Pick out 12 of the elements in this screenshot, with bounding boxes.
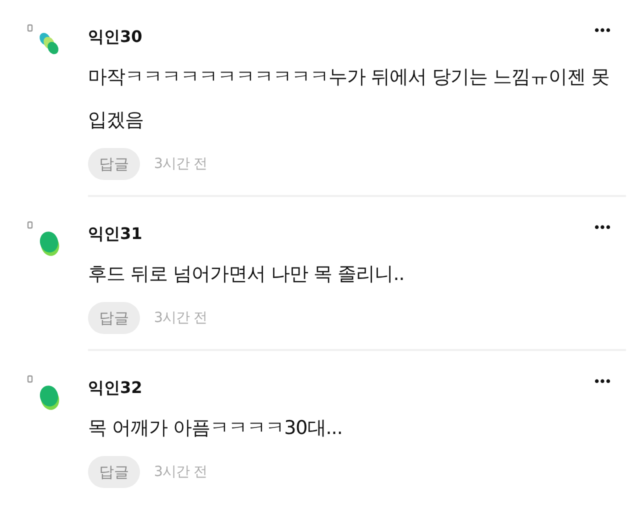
author-name: 익인32 [88, 378, 142, 398]
author-name: 익인31 [88, 224, 142, 244]
author-name: 익인30 [88, 26, 142, 48]
comment-time: 3시간 전 [154, 463, 207, 481]
comment-text: 목 어깨가 아픔ㅋㅋㅋㅋ30대... [88, 416, 344, 441]
more-button[interactable]: ••• [592, 220, 626, 236]
comment-text: 마작ㅋㅋㅋㅋㅋㅋㅋㅋㅋㅋㅋ누가 뒤에서 당기는 느낌ㅠ이젠 못 입겠음 [88, 65, 611, 133]
more-button[interactable]: ••• [592, 374, 626, 390]
comment-time: 3시간 전 [154, 155, 207, 173]
more-button[interactable]: ••• [592, 24, 626, 38]
comment-time: 3시간 전 [154, 309, 207, 327]
comment-text: 후드 뒤로 넘어가면서 나만 목 졸리니.. [88, 262, 406, 287]
